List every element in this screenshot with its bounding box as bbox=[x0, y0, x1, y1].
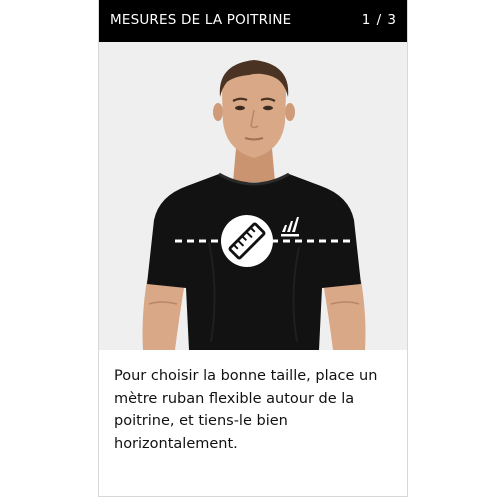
size-guide-card: MESURES DE LA POITRINE 1 / 3 Pour choisi… bbox=[98, 0, 408, 497]
ruler-icon bbox=[221, 215, 273, 267]
guide-header: MESURES DE LA POITRINE 1 / 3 bbox=[99, 0, 407, 42]
step-counter: 1 / 3 bbox=[361, 12, 397, 28]
guide-title: MESURES DE LA POITRINE bbox=[110, 12, 292, 28]
chest-measure-illustration bbox=[99, 42, 407, 350]
measurement-instructions: Pour choisir la bonne taille, place un m… bbox=[114, 368, 378, 452]
